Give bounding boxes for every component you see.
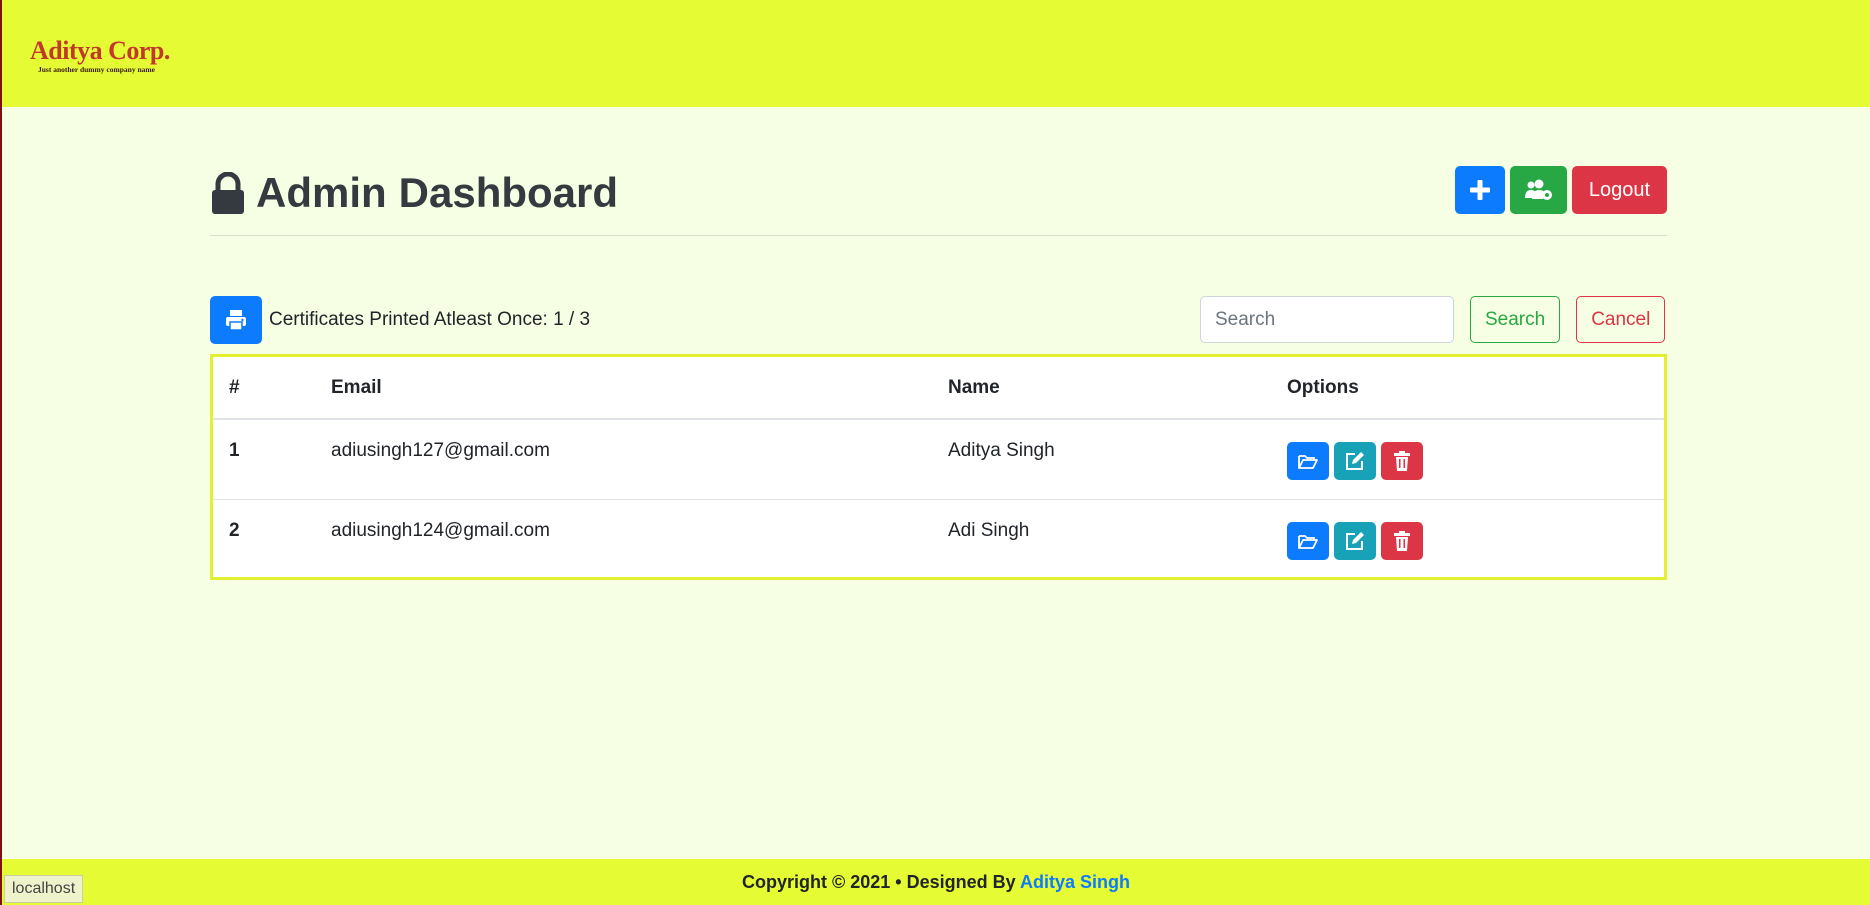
page-title-rest: Dashboard [398,169,619,216]
page-title: Admin Dashboard [210,166,618,220]
column-header-email: Email [331,376,382,398]
table-row: 2 adiusingh124@gmail.com Adi Singh [213,499,1664,579]
column-header-options: Options [1287,376,1359,398]
edit-icon [1346,452,1364,470]
cancel-button[interactable]: Cancel [1576,296,1666,343]
logout-button[interactable]: Logout [1572,166,1667,214]
row-number: 1 [229,440,240,461]
open-button[interactable] [1287,442,1329,480]
row-options [1287,440,1648,480]
divider [210,235,1667,236]
top-navbar: Aditya Corp. Just another dummy company … [2,0,1870,107]
edit-button[interactable] [1334,442,1376,480]
lock-icon [210,172,246,214]
brand-logo[interactable]: Aditya Corp. Just another dummy company … [30,36,170,75]
trash-icon [1394,530,1410,551]
brand-tagline: Just another dummy company name [38,65,155,74]
delete-button[interactable] [1381,521,1423,560]
edit-icon [1346,531,1364,550]
search-button[interactable]: Search [1470,296,1561,343]
users-cog-icon [1524,179,1552,200]
row-options [1287,520,1648,560]
folder-open-icon [1298,455,1318,469]
dashboard-header: Admin Dashboard Logout [210,166,1667,236]
footer-author-link[interactable]: Aditya Singh [1020,872,1130,892]
search-bar: Search Cancel [1200,296,1666,343]
add-button[interactable] [1455,166,1505,214]
header-actions: Logout [1455,166,1667,214]
edit-button[interactable] [1334,521,1376,560]
row-name: Adi Singh [948,519,1030,541]
footer: Copyright © 2021 • Designed By Aditya Si… [2,859,1870,905]
print-button[interactable] [210,296,262,344]
search-input[interactable] [1200,296,1454,343]
table-header-row: # Email Name Options [213,357,1664,419]
open-button[interactable] [1287,521,1329,560]
table-row: 1 adiusingh127@gmail.com Aditya Singh [213,419,1664,499]
row-name: Aditya Singh [948,440,1055,461]
manage-users-button[interactable] [1510,166,1567,214]
certificates-count: Certificates Printed Atleast Once: 1 / 3 [269,309,591,330]
row-number: 2 [229,519,240,541]
column-header-num: # [229,376,240,398]
brand-name: Aditya Corp. [30,36,170,65]
print-stats: Certificates Printed Atleast Once: 1 / 3 [210,296,590,344]
page-title-bold: Admin [256,169,387,216]
row-email: adiusingh127@gmail.com [331,440,550,461]
folder-open-icon [1298,534,1318,549]
print-icon [226,310,246,331]
plus-icon [1470,180,1490,200]
footer-copyright: Copyright © 2021 • Designed By [742,872,1016,892]
row-email: adiusingh124@gmail.com [331,519,550,541]
status-bar-url: localhost [4,875,84,903]
column-header-name: Name [948,376,1000,398]
trash-icon [1394,451,1410,471]
users-table: # Email Name Options 1 adiusingh127@gmai… [210,354,1667,580]
delete-button[interactable] [1381,442,1423,480]
